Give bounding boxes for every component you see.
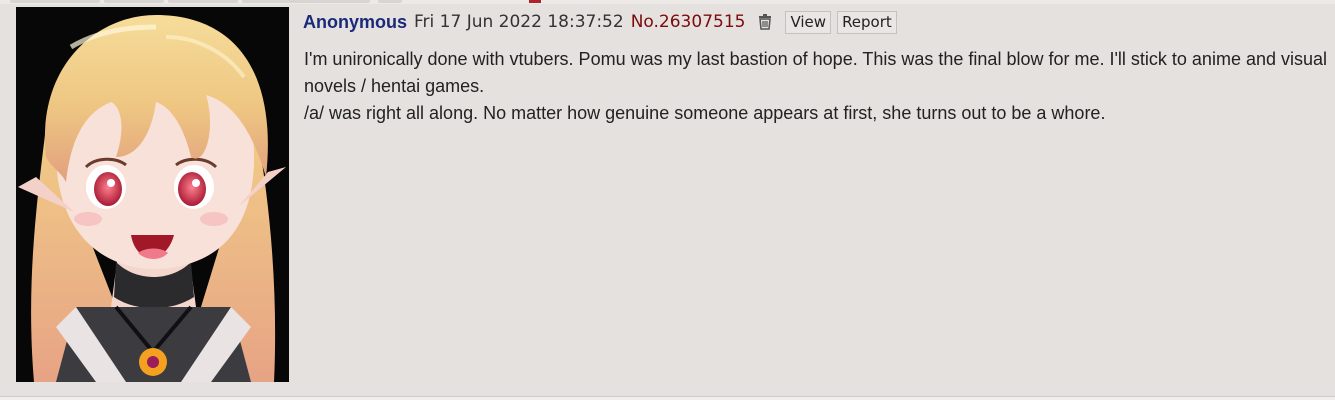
poster-name: Anonymous [303,11,408,32]
report-button[interactable]: Report [837,10,897,34]
post-header: Anonymous Fri 17 Jun 2022 18:37:52 No.26… [303,9,897,35]
post-container: Anonymous Fri 17 Jun 2022 18:37:52 No.26… [0,4,1335,397]
view-button[interactable]: View [785,10,832,34]
trash-icon[interactable] [757,13,773,31]
post-thumbnail[interactable] [16,7,289,382]
post-body-line: I'm unironically done with vtubers. Pomu… [304,49,1328,96]
post-number-link[interactable]: No.26307515 [631,12,746,32]
post-datetime: Fri 17 Jun 2022 18:37:52 [414,12,624,32]
post-body-line: /a/ was right all along. No matter how g… [304,103,1106,123]
anime-girl-thumbnail-image [16,7,289,382]
post-body: I'm unironically done with vtubers. Pomu… [304,46,1329,127]
